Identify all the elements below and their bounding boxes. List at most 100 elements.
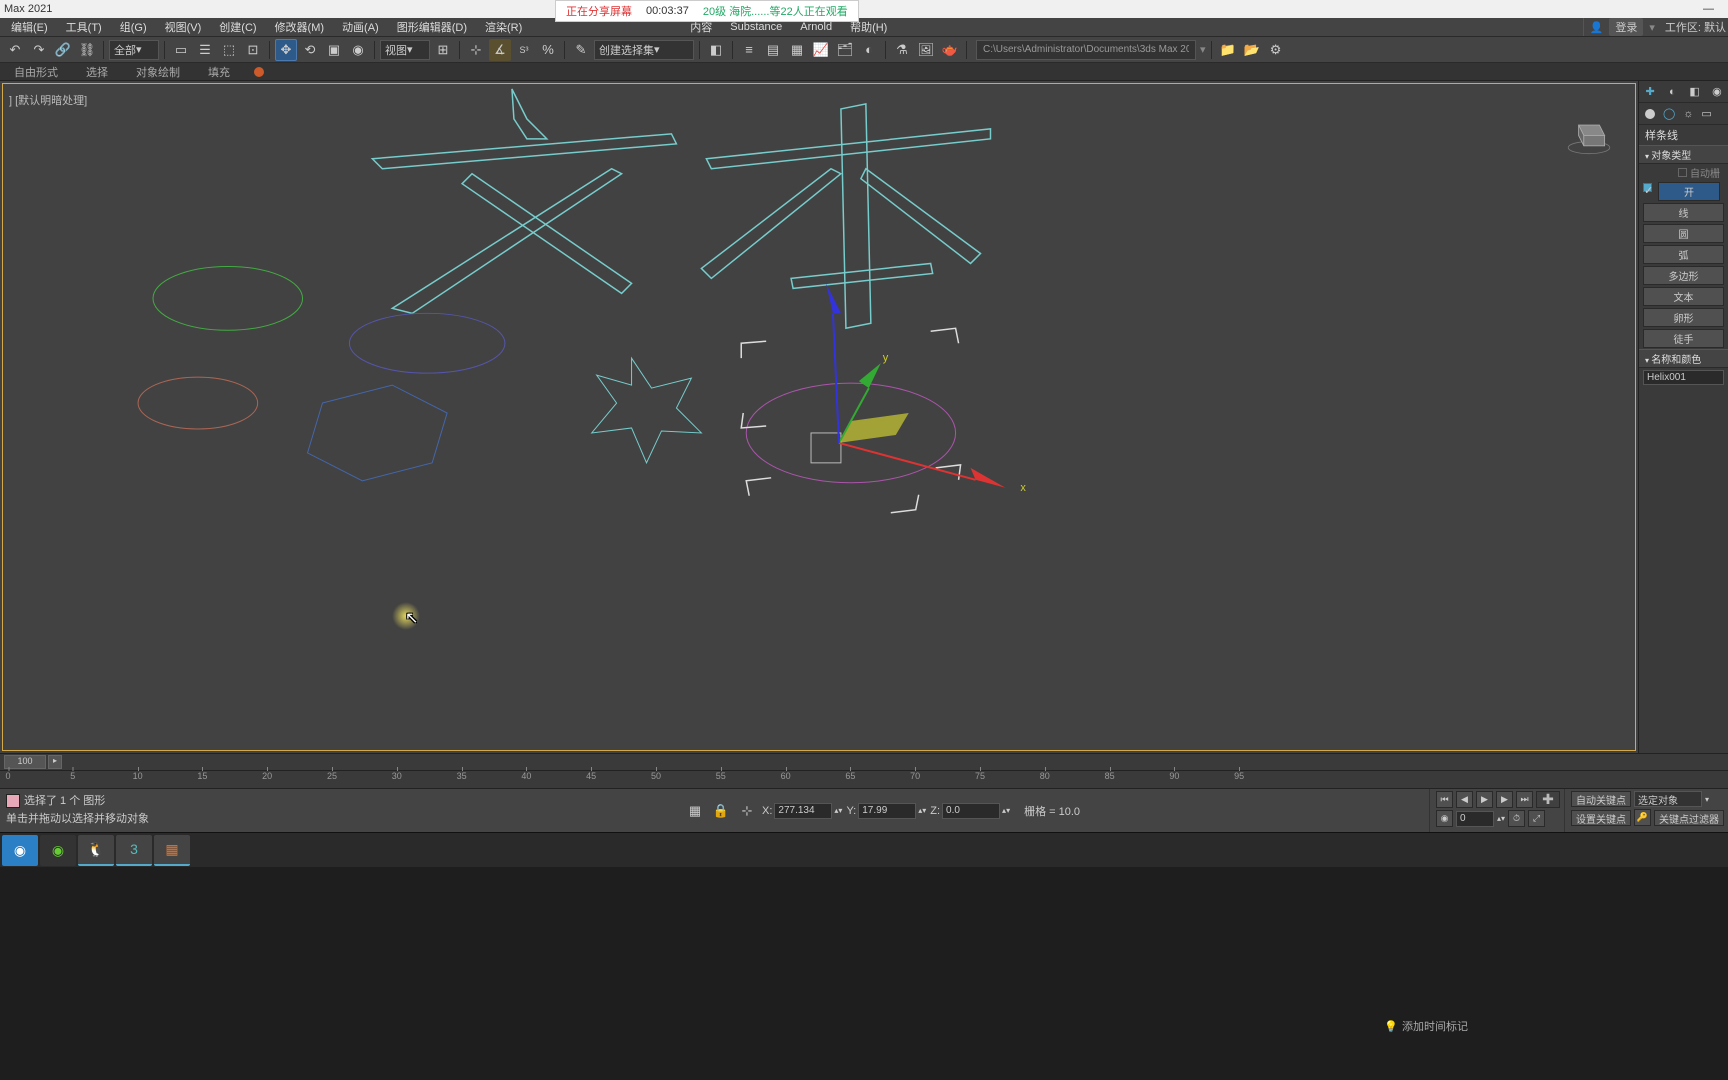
line-button[interactable]: 线 [1643,203,1724,222]
abs-transform-button[interactable]: ⊹ [736,800,758,822]
reference-coord-dropdown[interactable]: 视图 ▾ [380,40,430,60]
unlink-button[interactable]: ⛓ [76,39,98,61]
x-input[interactable] [774,803,832,819]
autogrid-checkbox[interactable]: 自动栅 [1639,164,1728,181]
lights-cat-icon[interactable]: ☼ [1683,108,1693,120]
pivot-button[interactable]: ⊞ [432,39,454,61]
viewport-label[interactable]: ] [默认明暗处理] [9,92,87,108]
window-crossing-button[interactable]: ⊡ [242,39,264,61]
y-input[interactable] [858,803,916,819]
geometry-cat-icon[interactable] [1645,109,1655,119]
named-selection-dropdown[interactable]: 创建选择集 ▾ [594,40,694,60]
taskbar-ppt[interactable]: ▦ [154,835,190,866]
modify-tab-icon[interactable]: ◐ [1664,84,1680,100]
menu-substance[interactable]: Substance [721,21,791,33]
category-label[interactable]: 样条线 [1639,125,1728,145]
menu-create[interactable]: 创建(C) [210,19,265,35]
time-slider-knob[interactable]: 100 [4,755,46,769]
key-tangent-button[interactable]: ⤢ [1528,810,1545,827]
arc-button[interactable]: 弧 [1643,245,1724,264]
text-button[interactable]: 文本 [1643,287,1724,306]
cameras-cat-icon[interactable]: ▭ [1701,107,1711,120]
redo-button[interactable]: ↷ [28,39,50,61]
time-ruler[interactable]: 05101520253035404550556065707580859095 [0,770,1728,788]
motion-tab-icon[interactable]: ◉ [1709,84,1725,100]
prev-frame-button[interactable]: ◀ [1456,791,1473,808]
key-mode-button[interactable]: ◉ [1436,810,1453,827]
slider-next-button[interactable]: ▸ [48,755,62,769]
status-color-swatch[interactable] [6,794,20,808]
select-scale-button[interactable]: ▣ [323,39,345,61]
ribbon-tab-populate[interactable]: 填充 [194,63,244,81]
link-button[interactable]: 🔗 [52,39,74,61]
workspace-label[interactable]: 工作区: 默认 [1665,19,1726,35]
taskbar-browser[interactable]: ◉ [2,835,38,866]
menu-tools[interactable]: 工具(T) [57,19,111,35]
menu-modifiers[interactable]: 修改器(M) [266,19,334,35]
add-time-marker[interactable]: 💡 添加时间标记 [1384,1018,1468,1034]
preferences-button[interactable]: ⚙ [1265,39,1287,61]
z-input[interactable] [942,803,1000,819]
minimize-button[interactable]: — [1693,3,1724,15]
menu-arnold[interactable]: Arnold [791,21,841,33]
play-button[interactable]: ▶ [1476,791,1493,808]
align-button[interactable]: ≡ [738,39,760,61]
set-key-big-button[interactable]: ✚ [1536,791,1560,808]
rectangle-select-button[interactable]: ⬚ [218,39,240,61]
set-project-button[interactable]: 📂 [1241,39,1263,61]
select-object-button[interactable]: ▭ [170,39,192,61]
menu-edit[interactable]: 编辑(E) [2,19,57,35]
select-by-name-button[interactable]: ☰ [194,39,216,61]
viewcube[interactable] [1563,106,1615,158]
ribbon-tab-object-paint[interactable]: 对象绘制 [122,63,194,81]
project-path-input[interactable] [976,40,1196,60]
next-frame-button[interactable]: ▶ [1496,791,1513,808]
render-setup-button[interactable]: ⚗ [891,39,913,61]
spinner-snap-button[interactable]: % [537,39,559,61]
freehand-button[interactable]: 徒手 [1643,329,1724,348]
selection-filter-dropdown[interactable]: 全部 ▾ [109,40,159,60]
undo-button[interactable]: ↶ [4,39,26,61]
taskbar-qq[interactable]: 🐧 [78,835,114,866]
layers-button[interactable]: ▤ [762,39,784,61]
time-slider[interactable]: 100 ▸ [0,754,1728,770]
curve-editor-button[interactable]: 📈 [810,39,832,61]
create-tab-icon[interactable]: ✚ [1642,84,1658,100]
ngon-button[interactable]: 多边形 [1643,266,1724,285]
toggle-ribbon-button[interactable]: ▦ [786,39,808,61]
viewport-area[interactable]: ] [默认明暗处理] [0,81,1638,753]
menu-group[interactable]: 组(G) [111,19,156,35]
name-color-rollout[interactable]: 名称和颜色 [1639,349,1728,368]
angle-snap-button[interactable]: ∡ [489,39,511,61]
login-button[interactable]: 登录 [1609,18,1643,36]
percent-snap-button[interactable]: S³ [513,39,535,61]
snap-toggle-button[interactable]: ⊹ [465,39,487,61]
edit-named-selection-button[interactable]: ✎ [570,39,592,61]
key-target-dropdown[interactable]: 选定对象 [1634,791,1702,807]
rendered-frame-button[interactable]: 🖼 [915,39,937,61]
select-place-button[interactable]: ◉ [347,39,369,61]
lock-selection-button[interactable]: 🔒 [710,800,732,822]
frame-input[interactable] [1456,811,1494,827]
ribbon-toggle-icon[interactable] [254,67,264,77]
ribbon-tab-freeform[interactable]: 自由形式 [0,63,72,81]
goto-start-button[interactable]: ⏮ [1436,791,1453,808]
auto-key-button[interactable]: 自动关键点 [1571,791,1631,807]
schematic-view-button[interactable]: 🗂 [834,39,856,61]
time-config-button[interactable]: ⏱ [1508,810,1525,827]
menu-rendering[interactable]: 渲染(R) [476,19,531,35]
shapes-cat-icon[interactable]: ◯ [1663,107,1675,120]
object-type-rollout[interactable]: 对象类型 [1639,145,1728,164]
object-name-input[interactable] [1643,370,1724,385]
menu-graph-editors[interactable]: 图形编辑器(D) [388,19,476,35]
key-filters-icon[interactable]: 🔑 [1634,809,1651,826]
taskbar-3dsmax[interactable]: 3 [116,835,152,866]
select-move-button[interactable]: ✥ [275,39,297,61]
mirror-button[interactable]: ◧ [705,39,727,61]
set-key-button[interactable]: 设置关键点 [1571,810,1631,826]
hierarchy-tab-icon[interactable]: ◧ [1687,84,1703,100]
key-filters-button[interactable]: 关键点过滤器 [1654,810,1724,826]
ribbon-tab-selection[interactable]: 选择 [72,63,122,81]
egg-button[interactable]: 卵形 [1643,308,1724,327]
menu-views[interactable]: 视图(V) [156,19,211,35]
